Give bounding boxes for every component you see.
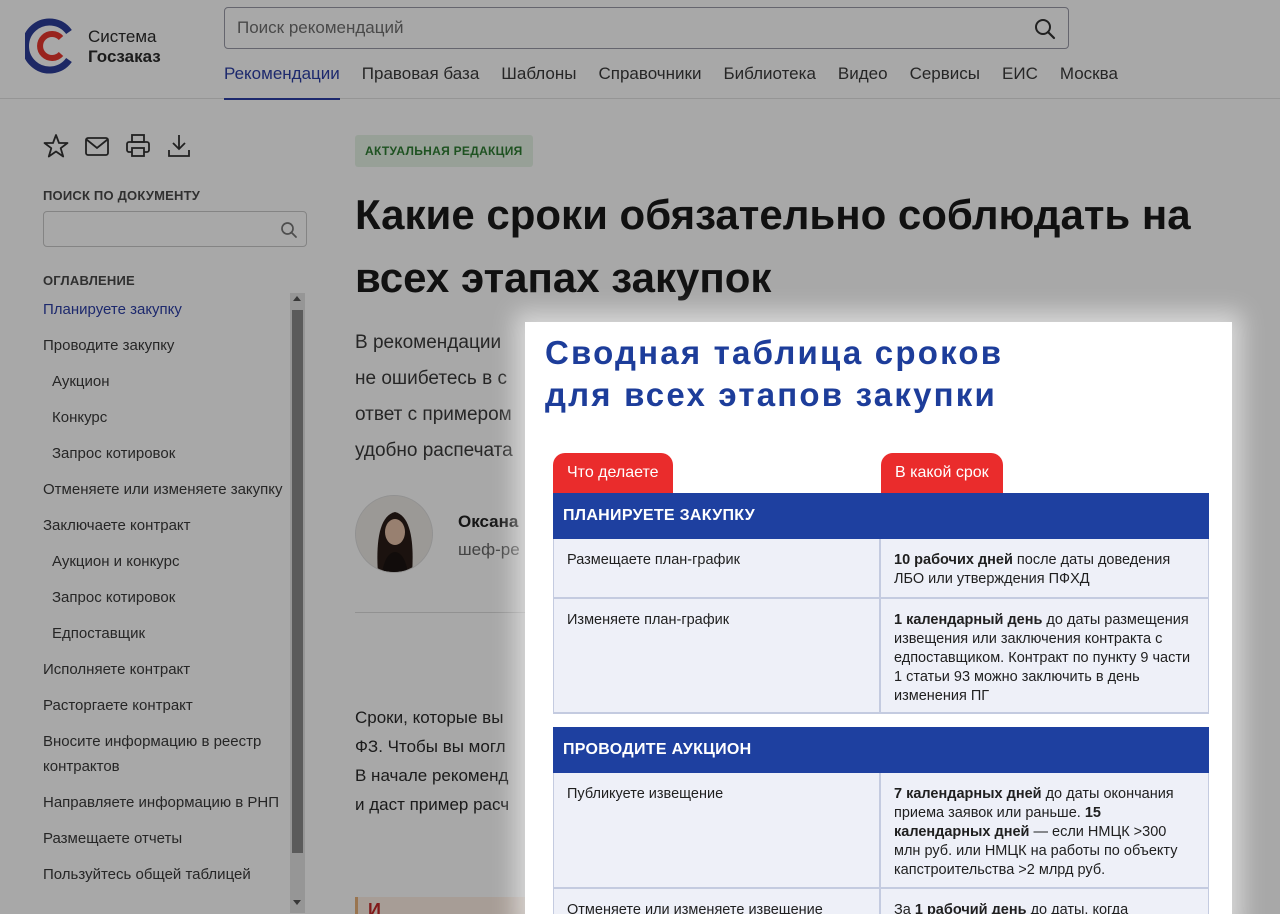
row-term: За 1 рабочий день до даты, когда — [881, 889, 1208, 914]
search-box — [224, 7, 1069, 49]
table-row: Отменяете или изменяете извещение За 1 р… — [553, 889, 1209, 914]
toc-item-quotations[interactable]: Запрос котировок — [43, 441, 288, 466]
divider — [355, 612, 535, 613]
popup-title: Сводная таблица сроков для всех этапов з… — [545, 332, 1003, 416]
toc-item-reports[interactable]: Размещаете отчеты — [43, 826, 288, 851]
intro-line: В рекомендации — [355, 332, 502, 353]
intro-line: не ошибетесь в с — [355, 368, 507, 389]
callout-text: И — [368, 900, 381, 914]
doc-search-label: ПОИСК ПО ДОКУМЕНТУ — [43, 188, 201, 203]
toc-item-registry[interactable]: Вносите информацию в реестр контрактов — [43, 729, 288, 779]
logo-line1: Система — [88, 27, 157, 46]
row-term: 1 календарный день до даты размещения из… — [881, 599, 1208, 712]
term-pre: За — [894, 902, 915, 914]
site-header: Система Госзаказ Рекомендации Правовая б… — [0, 0, 1280, 100]
nav-video[interactable]: Видео — [838, 64, 888, 100]
author-role: шеф-ре — [458, 540, 520, 559]
logo-mark-icon — [25, 18, 72, 74]
body-line: ФЗ. Чтобы вы могл — [355, 737, 506, 756]
author-avatar — [355, 495, 433, 573]
toc-item-auction-contest[interactable]: Аукцион и конкурс — [43, 549, 288, 574]
toc-item-contest[interactable]: Конкурс — [43, 405, 288, 430]
body-line: В начале рекоменд — [355, 766, 509, 785]
table-row: Публикуете извещение 7 календарных дней … — [553, 773, 1209, 889]
logo-text: Система Госзаказ — [88, 27, 161, 67]
status-badge: АКТУАЛЬНАЯ РЕДАКЦИЯ — [355, 135, 533, 167]
intro-line: удобно распечата — [355, 440, 513, 461]
toc-item-rnp[interactable]: Направляете информацию в РНП — [43, 790, 288, 815]
term-bold: 7 календарных дней — [894, 786, 1042, 802]
document-tools — [43, 133, 192, 161]
row-term: 10 рабочих дней после даты доведения ЛБО… — [881, 539, 1208, 597]
summary-table-popup: Сводная таблица сроков для всех этапов з… — [525, 322, 1232, 914]
toc-item-contract[interactable]: Заключаете контракт — [43, 513, 288, 538]
term-rest: до даты, когда — [1026, 902, 1129, 914]
doc-search-input[interactable] — [52, 212, 272, 246]
popup-title-line1: Сводная таблица сроков — [545, 334, 1004, 371]
column-label-action: Что делаете — [553, 453, 673, 493]
page-title: Какие сроки обязательно соблюдать на все… — [355, 191, 1191, 301]
nav-references[interactable]: Справочники — [598, 64, 701, 100]
popup-title-line2: для всех этапов закупки — [545, 376, 997, 413]
search-icon[interactable] — [1034, 18, 1056, 40]
column-label-term: В какой срок — [881, 453, 1003, 493]
search-icon[interactable] — [280, 221, 298, 239]
intro-text: В рекомендации не ошибетесь в с ответ с … — [355, 325, 535, 469]
download-icon[interactable] — [166, 133, 192, 161]
scroll-thumb[interactable] — [292, 310, 303, 853]
table-row: Изменяете план-график 1 календарный день… — [553, 599, 1209, 714]
toc-item-general-table[interactable]: Пользуйтесь общей таблицей — [43, 862, 288, 887]
row-action: Отменяете или изменяете извещение — [554, 889, 881, 914]
table-of-contents: Планируете закупку Проводите закупку Аук… — [43, 297, 288, 898]
toc-item-quotations-2[interactable]: Запрос котировок — [43, 585, 288, 610]
nav-legal-base[interactable]: Правовая база — [362, 64, 480, 100]
intro-line: ответ с примером — [355, 404, 512, 425]
section-planning: ПЛАНИРУЕТЕ ЗАКУПКУ Размещаете план-графи… — [553, 493, 1209, 714]
term-bold: 1 рабочий день — [914, 902, 1027, 914]
author-name[interactable]: Оксана — [458, 512, 518, 532]
scroll-up-arrow-icon[interactable] — [293, 296, 301, 301]
toc-scrollbar[interactable] — [290, 293, 305, 913]
scroll-down-arrow-icon[interactable] — [293, 900, 301, 905]
toc-item-terminate[interactable]: Расторгаете контракт — [43, 693, 288, 718]
row-term: 7 календарных дней до даты окончания при… — [881, 773, 1208, 887]
toc-item-single-supplier[interactable]: Едпоставщик — [43, 621, 288, 646]
toc-item-auction[interactable]: Аукцион — [43, 369, 288, 394]
doc-search-box — [43, 211, 307, 247]
section-auction: ПРОВОДИТЕ АУКЦИОН Публикуете извещение 7… — [553, 727, 1209, 914]
section-heading: ПЛАНИРУЕТЕ ЗАКУПКУ — [553, 493, 1209, 539]
toc-item-cancel-change[interactable]: Отменяете или изменяете закупку — [43, 477, 288, 502]
body-line: Сроки, которые вы — [355, 708, 504, 727]
toc-item-execute[interactable]: Исполняете контракт — [43, 657, 288, 682]
body-line: и даст пример расч — [355, 795, 510, 814]
nav-eis[interactable]: ЕИС — [1002, 64, 1038, 100]
logo-line2: Госзаказ — [88, 47, 161, 66]
main-nav: Рекомендации Правовая база Шаблоны Справ… — [224, 64, 1140, 100]
table-row: Размещаете план-график 10 рабочих дней п… — [553, 539, 1209, 599]
nav-library[interactable]: Библиотека — [723, 64, 815, 100]
nav-services[interactable]: Сервисы — [910, 64, 980, 100]
print-icon[interactable] — [125, 133, 151, 161]
callout-box: И — [355, 897, 535, 914]
row-action: Изменяете план-график — [554, 599, 881, 712]
toc-item-planning[interactable]: Планируете закупку — [43, 297, 288, 322]
row-action: Публикуете извещение — [554, 773, 881, 887]
search-input[interactable] — [237, 8, 1017, 48]
nav-templates[interactable]: Шаблоны — [501, 64, 576, 100]
toc-item-conducting[interactable]: Проводите закупку — [43, 333, 288, 358]
star-icon[interactable] — [43, 133, 69, 161]
section-heading: ПРОВОДИТЕ АУКЦИОН — [553, 727, 1209, 773]
body-text: Сроки, которые вы ФЗ. Чтобы вы могл В на… — [355, 703, 535, 819]
term-bold: 10 рабочих дней — [894, 552, 1013, 568]
nav-recommendations[interactable]: Рекомендации — [224, 64, 340, 100]
term-bold: 1 календарный день — [894, 612, 1043, 628]
site-logo[interactable]: Система Госзаказ — [25, 18, 185, 74]
toc-label: ОГЛАВЛЕНИЕ — [43, 273, 135, 288]
mail-icon[interactable] — [84, 133, 110, 161]
row-action: Размещаете план-график — [554, 539, 881, 597]
nav-moscow[interactable]: Москва — [1060, 64, 1118, 100]
